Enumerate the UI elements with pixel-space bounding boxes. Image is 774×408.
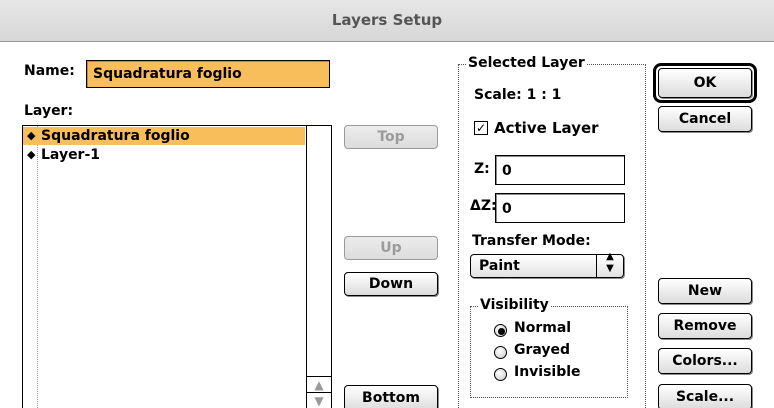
layer-list-label: Layer: bbox=[24, 103, 74, 119]
list-item-label: Layer-1 bbox=[41, 147, 101, 163]
ok-button[interactable]: OK bbox=[658, 68, 752, 98]
selected-layer-legend: Selected Layer bbox=[466, 55, 587, 71]
move-top-button[interactable]: Top bbox=[344, 125, 438, 149]
radio-invisible-label: Invisible bbox=[514, 364, 581, 380]
list-divider bbox=[37, 126, 38, 408]
delta-z-label: ΔZ: bbox=[470, 198, 497, 214]
move-up-button[interactable]: Up bbox=[344, 236, 438, 260]
list-item[interactable]: ◆ Squadratura foglio bbox=[23, 127, 305, 145]
name-label: Name: bbox=[24, 63, 75, 79]
title-bar[interactable]: Layers Setup bbox=[0, 0, 774, 42]
scale-readout: Scale: 1 : 1 bbox=[474, 87, 562, 103]
move-down-button[interactable]: Down bbox=[344, 272, 438, 296]
active-layer-checkbox[interactable]: ✓ bbox=[474, 121, 488, 135]
radio-normal[interactable] bbox=[494, 324, 507, 337]
radio-invisible[interactable] bbox=[494, 368, 507, 381]
radio-normal-label: Normal bbox=[514, 320, 572, 336]
layer-list[interactable]: ◆ Squadratura foglio ◆ Layer-1 ▲ ▼ bbox=[22, 125, 332, 408]
radio-grayed-label: Grayed bbox=[514, 342, 571, 358]
remove-layer-button[interactable]: Remove bbox=[658, 313, 752, 339]
layer-name-input[interactable]: Squadratura foglio bbox=[86, 60, 330, 88]
scroll-up-arrow-icon[interactable]: ▲ bbox=[307, 376, 331, 393]
transfer-mode-popup[interactable]: Paint ▲ ▼ bbox=[470, 251, 624, 278]
transfer-mode-value: Paint bbox=[479, 258, 520, 274]
scale-button[interactable]: Scale... bbox=[658, 384, 752, 408]
active-layer-label: Active Layer bbox=[494, 119, 599, 137]
list-item-label: Squadratura foglio bbox=[41, 128, 190, 144]
z-label: Z: bbox=[474, 161, 490, 177]
checkmark-icon: ✓ bbox=[475, 121, 487, 135]
transfer-mode-label: Transfer Mode: bbox=[472, 233, 591, 249]
delta-z-input[interactable]: 0 bbox=[495, 193, 625, 223]
vertical-scrollbar[interactable]: ▲ ▼ bbox=[306, 126, 331, 408]
move-bottom-button[interactable]: Bottom bbox=[344, 385, 438, 408]
cancel-button[interactable]: Cancel bbox=[658, 106, 752, 132]
scroll-down-arrow-icon[interactable]: ▼ bbox=[307, 392, 331, 408]
z-input[interactable]: 0 bbox=[495, 155, 625, 185]
window-title: Layers Setup bbox=[331, 11, 443, 29]
popup-arrows-icon: ▲ ▼ bbox=[596, 251, 623, 277]
diamond-icon: ◆ bbox=[27, 148, 36, 161]
diamond-icon: ◆ bbox=[27, 129, 36, 142]
visibility-legend: Visibility bbox=[478, 297, 551, 313]
radio-grayed[interactable] bbox=[494, 346, 507, 359]
new-layer-button[interactable]: New bbox=[658, 278, 752, 304]
list-item[interactable]: ◆ Layer-1 bbox=[23, 146, 305, 164]
colors-button[interactable]: Colors... bbox=[658, 348, 752, 374]
